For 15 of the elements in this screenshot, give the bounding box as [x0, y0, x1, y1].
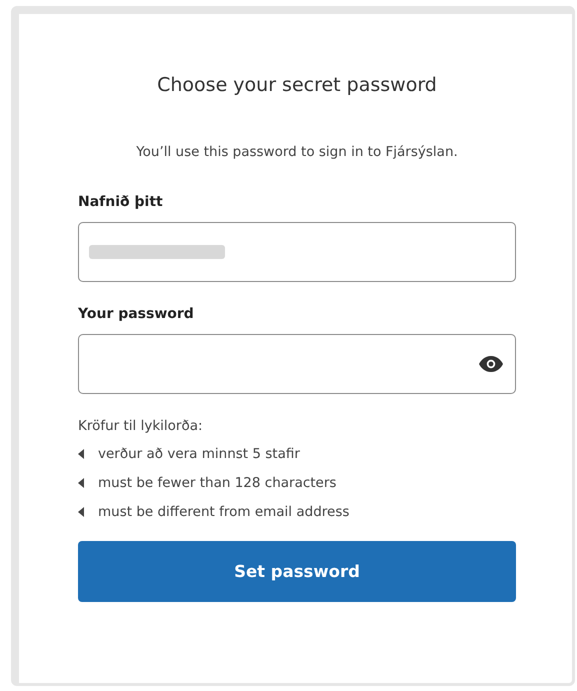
eye-icon[interactable]: [479, 356, 503, 372]
requirement-text: must be fewer than 128 characters: [98, 475, 336, 491]
triangle-icon: [78, 449, 84, 459]
triangle-icon: [78, 478, 84, 488]
triangle-icon: [78, 507, 84, 517]
set-password-button[interactable]: Set password: [78, 541, 516, 602]
requirement-text: verður að vera minnst 5 stafir: [98, 446, 300, 462]
requirements-heading: Kröfur til lykilorða:: [78, 418, 204, 434]
password-field[interactable]: [78, 334, 516, 394]
subtitle: You’ll use this password to sign in to Fjársýslan.: [135, 144, 459, 160]
field-label: Nafnið þitt: [78, 194, 164, 210]
requirement-text: must be different from email address: [98, 504, 350, 520]
name-field[interactable]: [78, 222, 516, 282]
page-title: Choose your secret password: [156, 74, 438, 96]
field-label: Your password: [78, 306, 195, 322]
